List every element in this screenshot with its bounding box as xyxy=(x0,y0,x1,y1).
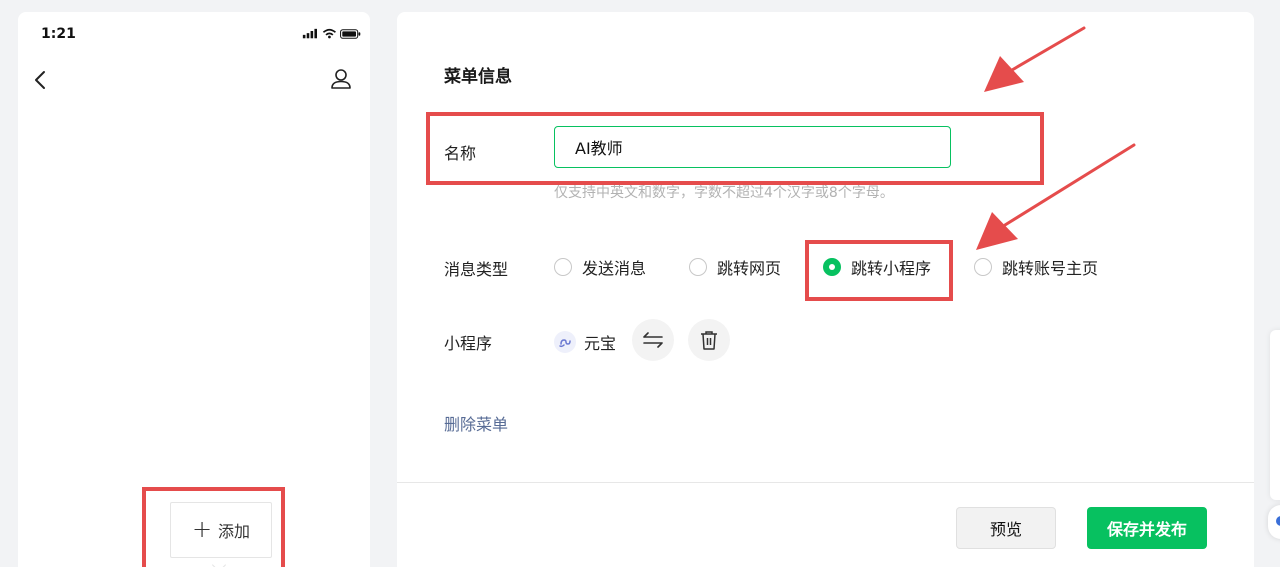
delete-menu-link[interactable]: 删除菜单 xyxy=(444,411,508,435)
radio-open-account-home[interactable]: 跳转账号主页 xyxy=(974,255,1098,279)
radio-label: 跳转网页 xyxy=(717,259,782,278)
delete-miniprogram-button[interactable] xyxy=(688,319,730,361)
radio-send-message[interactable]: 发送消息 xyxy=(554,255,646,279)
status-bar-icons xyxy=(302,28,361,39)
radio-label: 跳转账号主页 xyxy=(1002,259,1099,278)
miniprogram-selected: 元宝 xyxy=(554,330,616,354)
section-title: 菜单信息 xyxy=(444,67,512,87)
name-hint: 仅支持中英文和数字，字数不超过4个汉字或8个字母。 xyxy=(554,185,894,201)
annotation-box-add xyxy=(142,487,285,567)
miniprogram-label: 小程序 xyxy=(444,334,493,353)
trash-icon xyxy=(701,331,717,350)
back-icon[interactable] xyxy=(30,66,50,94)
radio-circle xyxy=(974,258,992,276)
radio-circle xyxy=(689,258,707,276)
radio-label: 发送消息 xyxy=(582,259,647,278)
radio-circle xyxy=(554,258,572,276)
phone-preview: 1:21 + 添加 xyxy=(18,12,370,567)
side-floating-panel xyxy=(1270,330,1280,500)
status-time: 1:21 xyxy=(41,26,76,42)
message-type-label: 消息类型 xyxy=(444,260,509,279)
floating-assistant-button[interactable] xyxy=(1268,505,1280,539)
annotation-box-miniprogram xyxy=(805,240,953,301)
save-publish-button[interactable]: 保存并发布 xyxy=(1087,507,1207,549)
panel-footer: 预览 保存并发布 xyxy=(397,482,1254,567)
profile-icon[interactable] xyxy=(329,67,353,91)
swap-icon xyxy=(643,332,663,348)
miniprogram-name: 元宝 xyxy=(584,334,617,353)
preview-button[interactable]: 预览 xyxy=(956,507,1056,549)
annotation-box-name xyxy=(426,112,1044,185)
radio-open-webpage[interactable]: 跳转网页 xyxy=(689,255,781,279)
swap-miniprogram-button[interactable] xyxy=(632,319,674,361)
miniprogram-logo-icon xyxy=(554,331,576,353)
